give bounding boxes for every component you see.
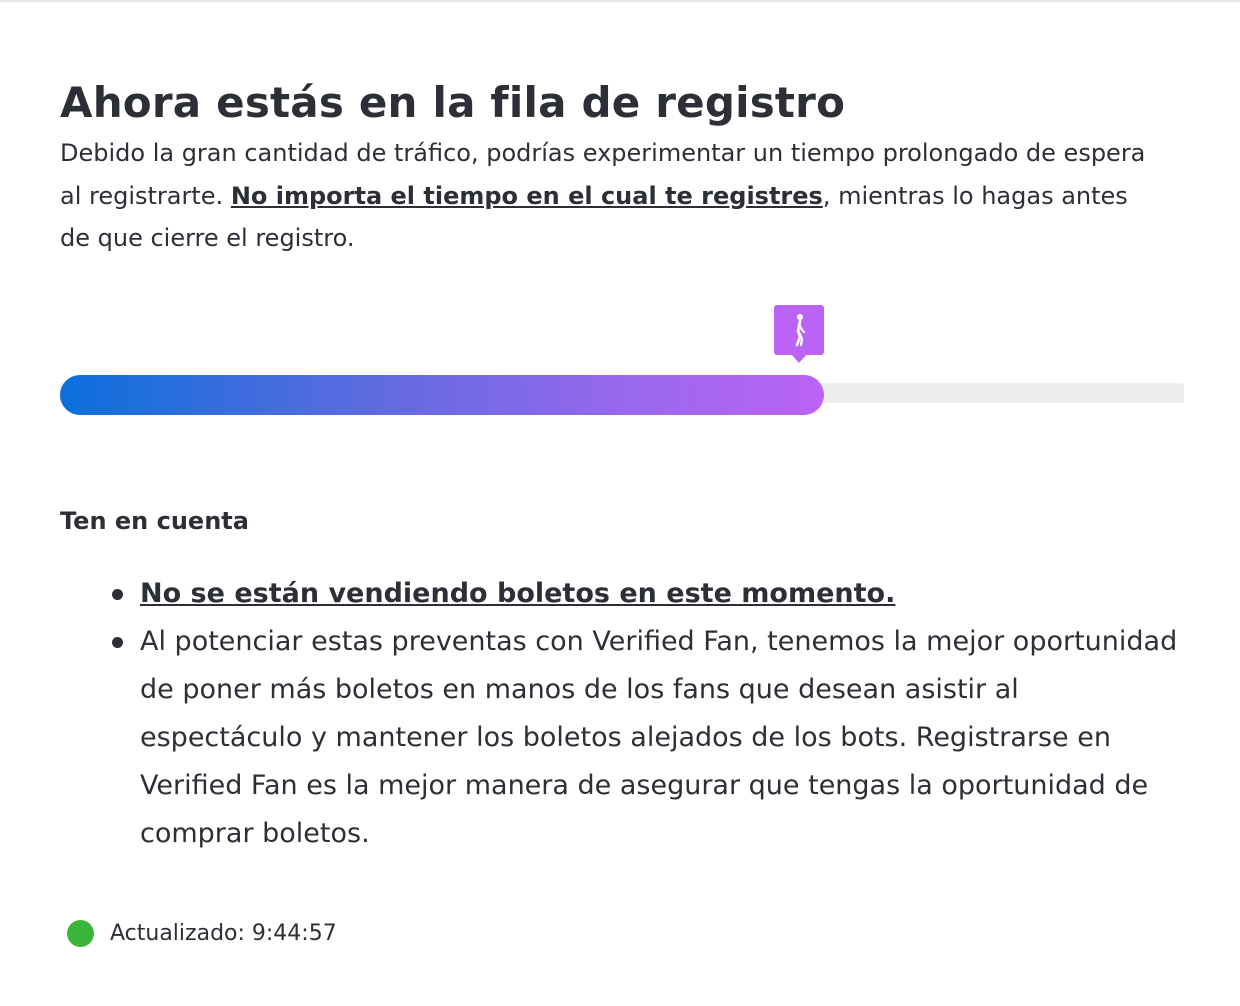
queue-progress — [60, 303, 1184, 415]
update-status: Actualizado: 9:44:57 — [67, 920, 337, 947]
list-item: Al potenciar estas preventas con Verifie… — [112, 618, 1184, 858]
notes-list: No se están vendiendo boletos en este mo… — [60, 570, 1184, 858]
page-title: Ahora estás en la fila de registro — [60, 78, 846, 127]
status-indicator — [67, 920, 94, 947]
notes-heading: Ten en cuenta — [60, 507, 249, 535]
top-divider — [0, 0, 1240, 2]
registration-time-link[interactable]: No importa el tiempo en el cual te regis… — [231, 182, 823, 210]
intro-paragraph: Debido la gran cantidad de tráfico, podr… — [60, 132, 1150, 260]
walking-person-icon — [795, 314, 806, 347]
list-item: No se están vendiendo boletos en este mo… — [112, 570, 1184, 618]
verified-fan-note: Al potenciar estas preventas con Verifie… — [140, 626, 1178, 849]
no-tickets-link[interactable]: No se están vendiendo boletos en este mo… — [140, 578, 895, 609]
last-updated-label: Actualizado: 9:44:57 — [110, 921, 337, 946]
queue-position-marker — [774, 305, 824, 363]
progress-fill — [60, 375, 824, 415]
queue-header: Ahora estás en la fila de registro Debid… — [60, 76, 1184, 260]
